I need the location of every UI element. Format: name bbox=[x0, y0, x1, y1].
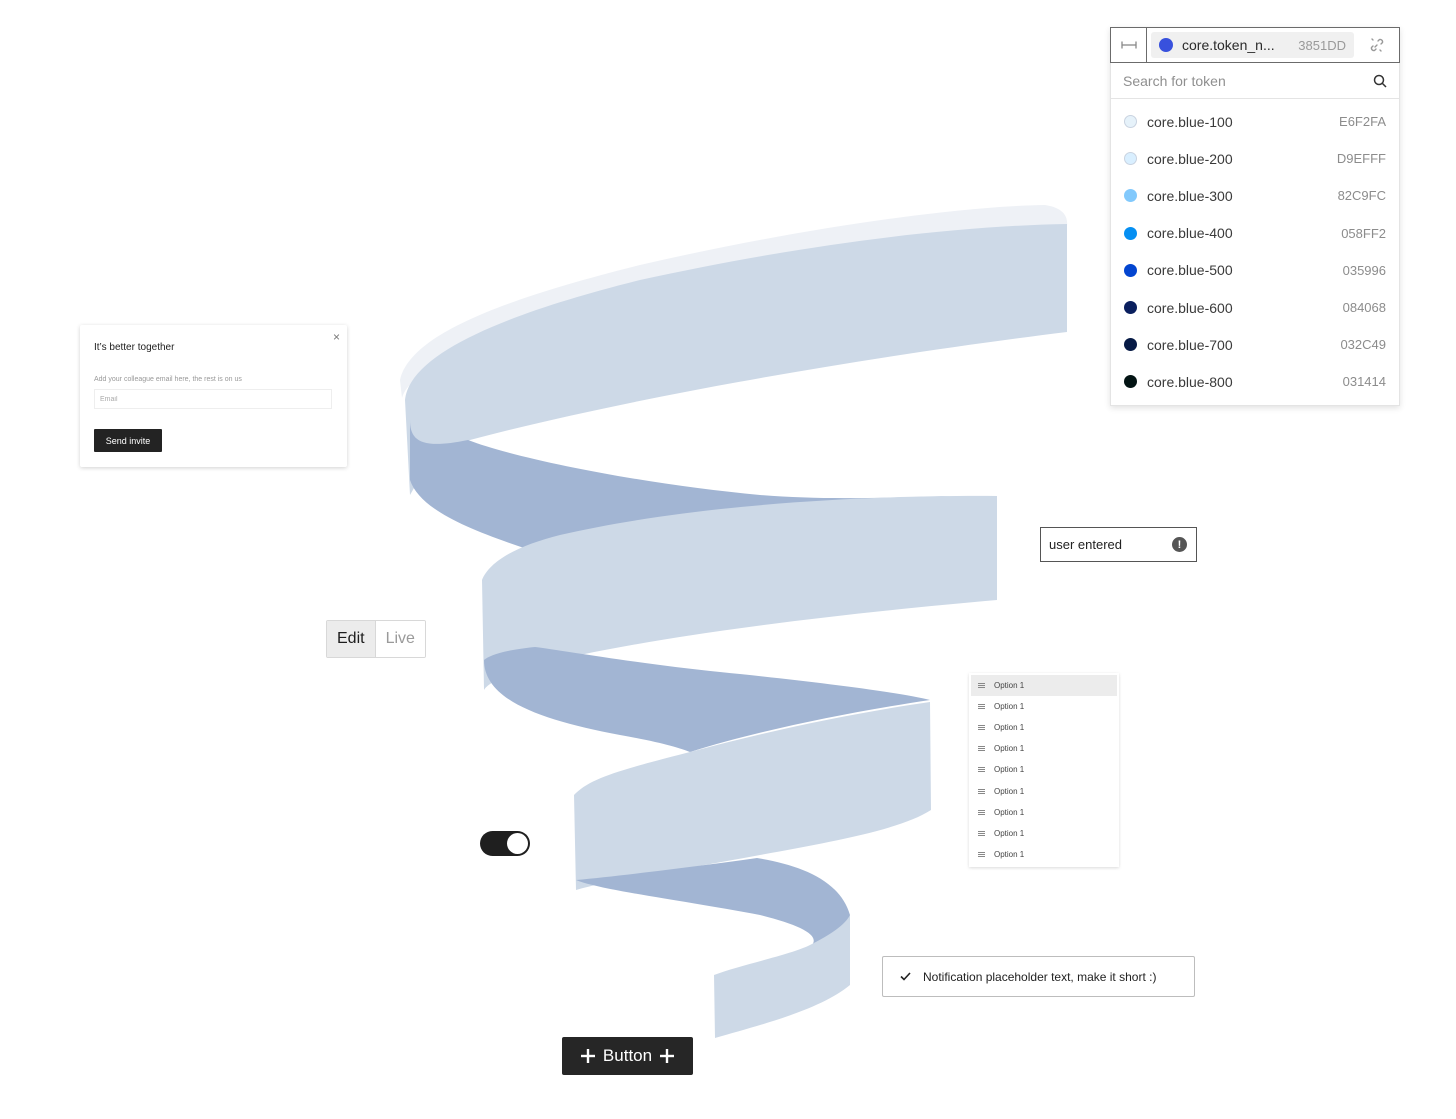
token-hex: 82C9FC bbox=[1337, 188, 1386, 204]
list-icon bbox=[978, 683, 985, 689]
token-hex: 031414 bbox=[1342, 374, 1386, 390]
token-search-input[interactable] bbox=[1123, 72, 1373, 89]
token-name: core.blue-300 bbox=[1147, 187, 1233, 204]
list-icon bbox=[978, 788, 985, 794]
token-item[interactable]: core.blue-800 031414 bbox=[1111, 363, 1399, 400]
mode-edit-button[interactable]: Edit bbox=[327, 621, 376, 657]
list-icon bbox=[978, 809, 985, 815]
option-item[interactable]: Option 1 bbox=[971, 844, 1117, 865]
option-label: Option 1 bbox=[994, 681, 1025, 691]
option-label: Option 1 bbox=[994, 828, 1025, 838]
unlink-icon bbox=[1370, 38, 1383, 52]
token-swatch bbox=[1124, 301, 1137, 315]
toggle-switch-knob bbox=[507, 833, 528, 854]
list-icon bbox=[978, 746, 985, 752]
mode-live-button[interactable]: Live bbox=[375, 621, 425, 657]
toggle-switch[interactable] bbox=[480, 831, 530, 856]
invite-modal: × It’s better together Add your colleagu… bbox=[80, 325, 347, 467]
notification-toast: Notification placeholder text, make it s… bbox=[882, 956, 1195, 997]
option-item[interactable]: Option 1 bbox=[971, 696, 1117, 717]
option-label: Option 1 bbox=[994, 786, 1025, 796]
user-entered-field: ! bbox=[1040, 527, 1197, 562]
width-arrows-icon bbox=[1120, 41, 1137, 49]
token-hex: 035996 bbox=[1342, 262, 1386, 278]
token-hex: 032C49 bbox=[1340, 337, 1386, 353]
token-swatch bbox=[1124, 115, 1137, 129]
selected-token-swatch bbox=[1159, 38, 1173, 52]
token-item[interactable]: core.blue-300 82C9FC bbox=[1111, 177, 1399, 214]
token-swatch bbox=[1124, 263, 1137, 277]
plus-icon-leading bbox=[580, 1049, 595, 1063]
list-icon bbox=[978, 725, 985, 731]
token-name: core.blue-700 bbox=[1147, 336, 1233, 353]
list-icon bbox=[978, 830, 985, 836]
token-name: core.blue-600 bbox=[1147, 299, 1233, 316]
token-item[interactable]: core.blue-500 035996 bbox=[1111, 252, 1399, 289]
selected-token-chip[interactable]: core.token_n... 3851DD bbox=[1151, 32, 1354, 58]
token-name: core.blue-400 bbox=[1147, 225, 1233, 242]
token-swatch bbox=[1124, 226, 1137, 240]
token-item[interactable]: core.blue-100 E6F2FA bbox=[1111, 103, 1399, 140]
list-icon bbox=[978, 767, 985, 773]
token-swatch bbox=[1124, 375, 1137, 389]
token-name: core.blue-500 bbox=[1147, 262, 1233, 279]
option-item[interactable]: Option 1 bbox=[971, 780, 1117, 801]
token-hex: 058FF2 bbox=[1341, 225, 1386, 241]
token-picker-header: core.token_n... 3851DD bbox=[1110, 27, 1400, 63]
token-hex: 084068 bbox=[1342, 300, 1386, 316]
plus-icon-trailing bbox=[660, 1049, 675, 1063]
option-item[interactable]: Option 1 bbox=[971, 759, 1117, 780]
close-icon[interactable]: × bbox=[333, 330, 340, 344]
notification-text: Notification placeholder text, make it s… bbox=[923, 969, 1157, 984]
invite-modal-description: Add your colleague email here, the rest … bbox=[94, 376, 242, 383]
search-icon[interactable] bbox=[1373, 74, 1387, 88]
list-icon bbox=[978, 704, 985, 710]
send-invite-button[interactable]: Send invite bbox=[94, 429, 162, 452]
option-label: Option 1 bbox=[994, 702, 1025, 712]
user-entered-input[interactable] bbox=[1049, 537, 1172, 552]
token-item[interactable]: core.blue-700 032C49 bbox=[1111, 326, 1399, 363]
primary-button-label: Button bbox=[602, 1046, 653, 1065]
primary-button[interactable]: Button bbox=[562, 1037, 693, 1075]
option-label: Option 1 bbox=[994, 744, 1025, 754]
token-hex: D9EFFF bbox=[1336, 151, 1386, 167]
list-icon bbox=[978, 851, 985, 857]
token-hex: E6F2FA bbox=[1339, 114, 1386, 130]
token-search bbox=[1110, 63, 1400, 99]
token-swatch bbox=[1124, 189, 1137, 203]
warning-icon: ! bbox=[1172, 537, 1187, 552]
token-item[interactable]: core.blue-600 084068 bbox=[1111, 289, 1399, 326]
option-item[interactable]: Option 1 bbox=[971, 675, 1117, 697]
width-toggle-button[interactable] bbox=[1111, 28, 1147, 62]
option-item[interactable]: Option 1 bbox=[971, 717, 1117, 738]
token-item[interactable]: core.blue-200 D9EFFF bbox=[1111, 140, 1399, 177]
token-name: core.blue-800 bbox=[1147, 373, 1233, 390]
selected-token-name: core.token_n... bbox=[1182, 37, 1275, 53]
token-swatch bbox=[1124, 152, 1137, 166]
option-label: Option 1 bbox=[994, 807, 1025, 817]
token-name: core.blue-100 bbox=[1147, 113, 1233, 130]
options-list: Option 1 Option 1 Option 1 Option 1 Option 1… bbox=[969, 673, 1119, 867]
token-item[interactable]: core.blue-400 058FF2 bbox=[1111, 215, 1399, 252]
option-item[interactable]: Option 1 bbox=[971, 738, 1117, 759]
option-label: Option 1 bbox=[994, 723, 1025, 733]
invite-modal-title: It’s better together bbox=[94, 342, 175, 353]
token-name: core.blue-200 bbox=[1147, 150, 1233, 167]
token-swatch bbox=[1124, 338, 1137, 352]
option-item[interactable]: Option 1 bbox=[971, 802, 1117, 823]
option-label: Option 1 bbox=[994, 849, 1025, 859]
unlink-button[interactable] bbox=[1354, 37, 1399, 53]
selected-token-hex: 3851DD bbox=[1298, 37, 1346, 53]
token-picker: core.token_n... 3851DD core.blue-100 E6F2… bbox=[1110, 27, 1400, 406]
token-list: core.blue-100 E6F2FA core.blue-200 D9EFFF co… bbox=[1110, 99, 1400, 406]
option-label: Option 1 bbox=[994, 765, 1025, 775]
check-icon bbox=[900, 972, 911, 981]
option-item[interactable]: Option 1 bbox=[971, 823, 1117, 844]
email-field[interactable] bbox=[94, 389, 332, 409]
mode-toggle: Edit Live bbox=[326, 620, 426, 658]
